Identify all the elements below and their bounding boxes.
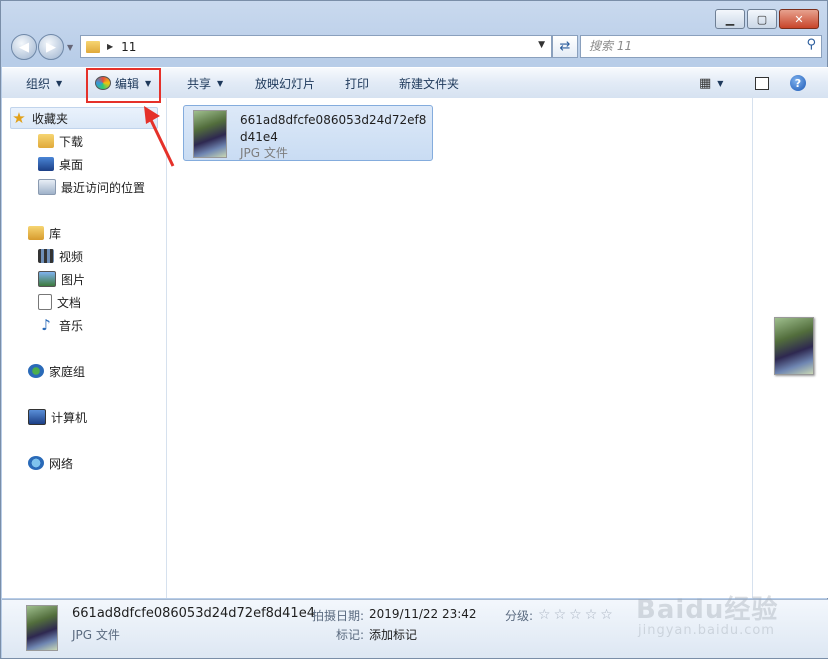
date-taken-value: 2019/11/22 23:42 — [369, 607, 477, 621]
navigation-buttons: ◀ ▶ ▼ — [11, 34, 73, 60]
address-row: ◀ ▶ ▼ ▶ 11 ▼ ⇄ ⚲ — [9, 33, 822, 61]
sidebar-item-pictures[interactable]: 图片 — [38, 269, 85, 289]
back-arrow-icon[interactable]: ◀ — [11, 34, 37, 60]
star-icon[interactable]: ☆ — [585, 607, 601, 623]
file-item[interactable]: 661ad8dfcfe086053d24d72ef8d41e4 JPG 文件 — [183, 105, 433, 161]
chevron-down-icon: ▼ — [217, 78, 224, 88]
recent-pages-dropdown-icon[interactable]: ▼ — [67, 43, 73, 60]
chevron-down-icon: ▼ — [56, 78, 63, 88]
organize-label: 组织 — [26, 76, 51, 91]
sidebar-item-libraries[interactable]: 库 — [28, 223, 61, 243]
preview-pane — [752, 98, 828, 598]
new-folder-button[interactable]: 新建文件夹 — [399, 68, 459, 98]
sidebar-item-label: 图片 — [61, 272, 86, 287]
sidebar-item-label: 视频 — [59, 249, 84, 264]
star-icon[interactable]: ☆ — [600, 607, 616, 623]
sidebar-item-videos[interactable]: 视频 — [38, 246, 83, 266]
annotation-highlight-box — [86, 68, 161, 103]
date-taken-label: 拍摄日期: — [312, 609, 365, 623]
close-button[interactable]: ✕ — [779, 9, 819, 29]
preview-pane-icon — [755, 76, 769, 90]
sidebar-item-desktop[interactable]: 桌面 — [38, 154, 83, 174]
search-input[interactable] — [589, 38, 789, 54]
print-button[interactable]: 打印 — [345, 68, 369, 98]
tags-label: 标记: — [336, 628, 365, 642]
details-pane: 661ad8dfcfe086053d24d72ef8d41e4 JPG 文件 拍… — [2, 599, 828, 658]
view-options-icon: ▦ — [699, 75, 712, 91]
search-icon[interactable]: ⚲ — [806, 37, 816, 52]
maximize-button[interactable]: ▢ — [747, 9, 777, 29]
image-thumbnail — [193, 110, 227, 158]
sidebar-item-label: 计算机 — [51, 410, 88, 425]
sidebar-item-label: 音乐 — [59, 318, 84, 333]
help-icon: ? — [790, 75, 806, 91]
network-icon — [28, 456, 44, 470]
breadcrumb-item[interactable]: 11 — [121, 40, 136, 54]
pictures-icon — [38, 271, 56, 287]
sidebar-item-label: 下载 — [59, 134, 84, 149]
video-icon — [38, 249, 54, 263]
organize-menu[interactable]: 组织 ▼ — [26, 68, 62, 98]
annotation-arrow-icon — [144, 106, 175, 167]
star-icon[interactable]: ☆ — [538, 607, 554, 623]
sidebar-item-favorites[interactable]: ★ 收藏夹 — [10, 107, 158, 129]
rating-stars[interactable]: ☆☆☆☆☆ — [538, 607, 616, 623]
help-button[interactable]: ? — [790, 68, 806, 98]
computer-icon — [28, 409, 46, 425]
star-icon: ★ — [12, 109, 26, 127]
slideshow-button[interactable]: 放映幻灯片 — [255, 68, 315, 98]
music-note-icon: ♪ — [41, 316, 51, 334]
breadcrumb-separator-icon[interactable]: ▶ — [107, 42, 113, 51]
star-icon[interactable]: ☆ — [554, 607, 570, 623]
tags-value[interactable]: 添加标记 — [369, 626, 417, 643]
folder-icon — [86, 40, 100, 53]
library-icon — [28, 226, 44, 240]
share-menu[interactable]: 共享 ▼ — [187, 68, 223, 98]
sidebar-item-label: 网络 — [49, 456, 74, 471]
sidebar-item-homegroup[interactable]: 家庭组 — [28, 361, 85, 381]
star-icon[interactable]: ☆ — [569, 607, 585, 623]
sidebar-item-recent-places[interactable]: 最近访问的位置 — [38, 177, 145, 197]
minimize-button[interactable]: ▁ — [715, 9, 745, 29]
details-file-type: JPG 文件 — [72, 628, 120, 642]
search-box[interactable]: ⚲ — [580, 35, 822, 58]
navigation-pane: ★ 收藏夹 下载 桌面 最近访问的位置 库 视频 图片 文档 ♪ 音乐 家庭组 … — [2, 98, 167, 598]
preview-pane-button[interactable] — [755, 68, 769, 98]
sidebar-item-label: 最近访问的位置 — [61, 180, 146, 195]
chevron-down-icon: ▼ — [717, 78, 724, 88]
document-icon — [38, 294, 52, 310]
rating-label: 分级: — [505, 609, 534, 623]
preview-image — [774, 317, 814, 375]
sidebar-item-label: 家庭组 — [49, 364, 86, 379]
file-list: 661ad8dfcfe086053d24d72ef8d41e4 JPG 文件 — [167, 98, 751, 598]
sidebar-item-label: 库 — [49, 226, 62, 241]
sidebar-item-network[interactable]: 网络 — [28, 453, 73, 473]
file-name: 661ad8dfcfe086053d24d72ef8d41e4 — [240, 113, 427, 144]
recent-places-icon — [38, 179, 56, 195]
sidebar-item-label: 文档 — [57, 295, 82, 310]
details-thumbnail — [26, 605, 58, 651]
file-type: JPG 文件 — [240, 146, 288, 160]
sidebar-item-label: 桌面 — [59, 157, 84, 172]
sidebar-item-documents[interactable]: 文档 — [38, 292, 81, 312]
address-dropdown-icon[interactable]: ▼ — [538, 40, 545, 50]
window-controls: ▁ ▢ ✕ — [715, 9, 819, 29]
downloads-folder-icon — [38, 134, 54, 148]
sidebar-item-music[interactable]: ♪ 音乐 — [38, 315, 83, 335]
change-view-button[interactable]: ▦ ▼ — [699, 68, 723, 98]
desktop-icon — [38, 157, 54, 171]
address-bar[interactable]: ▶ 11 ▼ — [80, 35, 552, 58]
refresh-icon: ⇄ — [559, 39, 571, 54]
content-area: ★ 收藏夹 下载 桌面 最近访问的位置 库 视频 图片 文档 ♪ 音乐 家庭组 … — [2, 98, 828, 598]
details-file-name: 661ad8dfcfe086053d24d72ef8d41e4 — [72, 606, 315, 621]
share-label: 共享 — [187, 76, 212, 91]
forward-arrow-icon[interactable]: ▶ — [38, 34, 64, 60]
homegroup-icon — [28, 364, 44, 378]
sidebar-item-label: 收藏夹 — [32, 111, 69, 126]
sidebar-item-downloads[interactable]: 下载 — [38, 131, 83, 151]
sidebar-item-computer[interactable]: 计算机 — [28, 407, 87, 427]
refresh-button[interactable]: ⇄ — [552, 35, 578, 58]
